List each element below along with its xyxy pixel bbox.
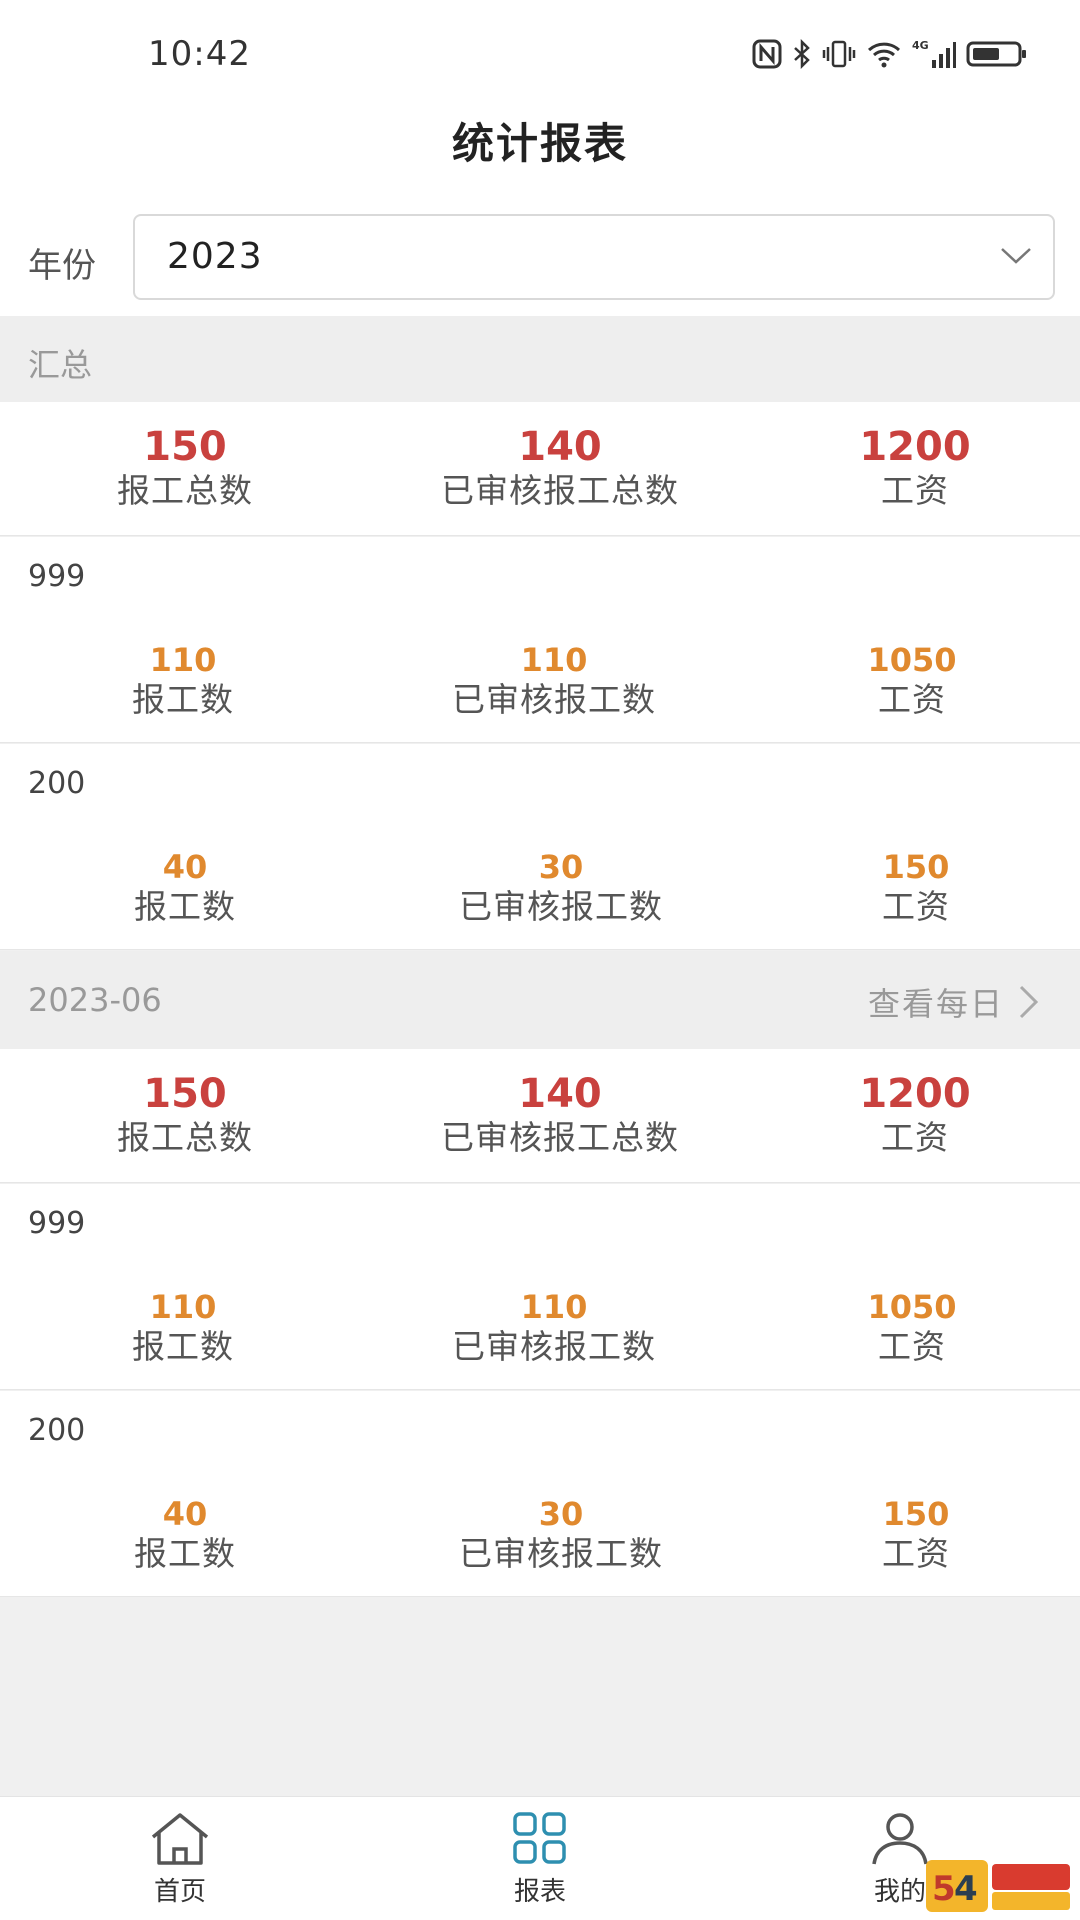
view-daily-label: 查看每日 <box>867 985 1004 1023</box>
item-reports-value: 40 <box>162 848 208 886</box>
summary-wage-label: 工资 <box>881 471 949 510</box>
summary-approved-total: 140 已审核报工总数 <box>380 424 740 512</box>
item-name: 200 <box>28 1413 86 1448</box>
wifi-icon <box>867 42 901 68</box>
item-approved: 110 已审核报工数 <box>374 1288 734 1368</box>
summary-wage: 1200 工资 <box>735 424 1080 512</box>
item-wage-value: 150 <box>882 1495 950 1533</box>
item-wage-value: 1050 <box>867 641 957 679</box>
summary-total-reports-label: 报工总数 <box>117 471 253 510</box>
year-label: 年份 <box>28 246 96 286</box>
item-wage-label: 工资 <box>882 887 950 926</box>
item-reports: 110 报工数 <box>3 1288 363 1368</box>
item-reports: 110 报工数 <box>3 641 363 721</box>
tab-reports[interactable]: 报表 <box>440 1811 640 1908</box>
item-name: 999 <box>28 559 86 594</box>
nav-bar: 统计报表 <box>0 104 1080 208</box>
item-wage-label: 工资 <box>878 680 946 719</box>
tab-home-label: 首页 <box>153 1877 206 1907</box>
tab-reports-label: 报表 <box>513 1877 566 1907</box>
summary-row: 150 报工总数 140 已审核报工总数 1200 工资 <box>0 1049 1080 1183</box>
section-title: 汇总 <box>28 346 93 384</box>
chevron-down-icon <box>1001 248 1031 264</box>
svg-text:4G: 4G <box>912 39 929 52</box>
item-approved: 30 已审核报工数 <box>381 848 741 928</box>
summary-approved-total-label: 已审核报工总数 <box>441 1118 679 1157</box>
item-wage: 1050 工资 <box>732 1288 1080 1368</box>
battery-icon <box>966 41 1026 67</box>
item-reports-value: 110 <box>149 641 217 679</box>
summary-approved-total-value: 140 <box>518 1071 602 1117</box>
item-wage: 150 工资 <box>736 1495 1080 1575</box>
bluetooth-icon <box>794 39 810 69</box>
section-header-summary: 汇总 <box>0 316 1080 402</box>
summary-wage-label: 工资 <box>881 1118 949 1157</box>
nfc-icon <box>752 39 782 69</box>
summary-wage-value: 1200 <box>859 1071 971 1117</box>
item-wage-value: 1050 <box>867 1288 957 1326</box>
summary-total-reports: 150 报工总数 <box>5 1071 365 1159</box>
list-item[interactable]: 200 40 报工数 30 已审核报工数 150 工资 <box>0 744 1080 950</box>
view-daily-link[interactable]: 查看每日 <box>868 979 1040 1025</box>
list-item[interactable]: 999 110 报工数 110 已审核报工数 1050 工资 <box>0 537 1080 743</box>
watermark-logo: 5 4 <box>926 1860 1070 1912</box>
item-approved-value: 30 <box>538 848 584 886</box>
chevron-right-icon <box>1019 985 1039 1019</box>
item-approved: 30 已审核报工数 <box>381 1495 741 1575</box>
item-approved-value: 110 <box>520 1288 588 1326</box>
item-reports-label: 报工数 <box>132 1327 234 1366</box>
list-item[interactable]: 200 40 报工数 30 已审核报工数 150 工资 <box>0 1391 1080 1597</box>
item-reports-label: 报工数 <box>134 1534 236 1573</box>
status-icons: 4G <box>752 36 1028 72</box>
item-reports: 40 报工数 <box>5 848 365 928</box>
year-filter-row: 年份 2023 <box>0 208 1080 316</box>
list-item[interactable]: 999 110 报工数 110 已审核报工数 1050 工资 <box>0 1184 1080 1390</box>
item-approved-label: 已审核报工数 <box>459 1534 663 1573</box>
section-header-month: 2023-06 查看每日 <box>0 951 1080 1049</box>
summary-wage-value: 1200 <box>859 424 971 470</box>
svg-text:4: 4 <box>954 1869 978 1909</box>
summary-total-reports-value: 150 <box>143 424 227 470</box>
item-approved: 110 已审核报工数 <box>374 641 734 721</box>
item-wage-label: 工资 <box>878 1327 946 1366</box>
item-wage: 1050 工资 <box>732 641 1080 721</box>
item-approved-value: 30 <box>538 1495 584 1533</box>
tab-home[interactable]: 首页 <box>80 1811 280 1908</box>
summary-total-reports-label: 报工总数 <box>117 1118 253 1157</box>
year-select-value: 2023 <box>167 236 263 277</box>
summary-wage: 1200 工资 <box>735 1071 1080 1159</box>
summary-approved-total-value: 140 <box>518 424 602 470</box>
section-title: 2023-06 <box>28 981 162 1019</box>
vibrate-icon <box>822 40 856 68</box>
item-wage: 150 工资 <box>736 848 1080 928</box>
summary-approved-total: 140 已审核报工总数 <box>380 1071 740 1159</box>
summary-total-reports: 150 报工总数 <box>5 424 365 512</box>
item-name: 999 <box>28 1206 86 1241</box>
item-approved-label: 已审核报工数 <box>452 1327 656 1366</box>
item-approved-label: 已审核报工数 <box>452 680 656 719</box>
signal-icon: 4G <box>912 39 956 68</box>
status-bar: 10:42 4G <box>0 0 1080 104</box>
item-reports-label: 报工数 <box>134 887 236 926</box>
item-reports-value: 110 <box>149 1288 217 1326</box>
year-select[interactable]: 2023 <box>133 214 1055 300</box>
status-time: 10:42 <box>148 34 251 74</box>
summary-row: 150 报工总数 140 已审核报工总数 1200 工资 <box>0 402 1080 536</box>
user-icon <box>872 1813 928 1865</box>
item-approved-value: 110 <box>520 641 588 679</box>
grid-icon <box>513 1812 566 1864</box>
item-name: 200 <box>28 766 86 801</box>
item-reports-label: 报工数 <box>132 680 234 719</box>
svg-text:5: 5 <box>932 1869 956 1909</box>
item-approved-label: 已审核报工数 <box>459 887 663 926</box>
summary-approved-total-label: 已审核报工总数 <box>441 471 679 510</box>
item-reports-value: 40 <box>162 1495 208 1533</box>
home-icon <box>151 1813 209 1865</box>
item-reports: 40 报工数 <box>5 1495 365 1575</box>
summary-total-reports-value: 150 <box>143 1071 227 1117</box>
bottom-tab-bar: 首页 报表 我的 <box>0 1796 1080 1920</box>
page-title: 统计报表 <box>451 119 628 168</box>
item-wage-label: 工资 <box>882 1534 950 1573</box>
item-wage-value: 150 <box>882 848 950 886</box>
